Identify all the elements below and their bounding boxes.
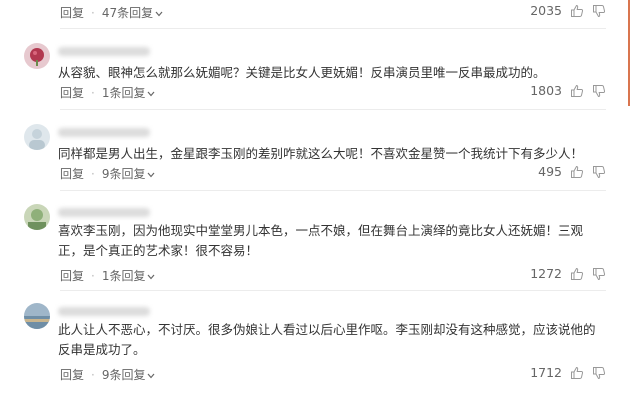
thumb-down-icon[interactable] xyxy=(592,366,606,380)
chevron-down-icon xyxy=(155,11,163,16)
comment-text: 此人让人不恶心，不讨厌。很多伪娘让人看过以后心里作呕。李玉刚却没有这种感觉，应该… xyxy=(58,322,596,357)
thumb-down-icon[interactable] xyxy=(592,165,606,179)
username[interactable] xyxy=(58,307,150,316)
comment-actions: 回复 · 9条回复 xyxy=(60,165,155,182)
side-panel-edge xyxy=(628,0,640,106)
comment-text: 喜欢李玉刚，因为他现实中堂堂男儿本色，一点不娘，但在舞台上演绎的竟比女人还妩媚！… xyxy=(58,223,584,258)
thumb-down-icon[interactable] xyxy=(592,4,606,18)
like-count: 1272 xyxy=(530,266,562,281)
separator: · xyxy=(91,268,95,283)
view-replies-button[interactable]: 9条回复 xyxy=(102,165,156,182)
like-count: 495 xyxy=(538,164,562,179)
comment-actions: 回复 · 1条回复 xyxy=(60,84,155,101)
view-replies-button[interactable]: 9条回复 xyxy=(102,366,156,383)
separator: · xyxy=(91,5,95,20)
reply-button[interactable]: 回复 xyxy=(60,267,84,284)
view-replies-button[interactable]: 1条回复 xyxy=(102,84,156,101)
comment-actions: 回复 · 9条回复 xyxy=(60,366,155,383)
avatar[interactable] xyxy=(24,204,50,230)
like-count: 2035 xyxy=(530,3,562,18)
username[interactable] xyxy=(58,208,150,217)
vote-controls: 495 xyxy=(538,164,606,179)
like-count: 1712 xyxy=(530,365,562,380)
view-replies-button[interactable]: 47条回复 xyxy=(102,4,163,21)
avatar[interactable] xyxy=(24,43,50,69)
separator: · xyxy=(91,367,95,382)
comment-text: 从容貌、眼神怎么就那么妩媚呢？关键是比女人更妩媚！反串演员里唯一反串最成功的。 xyxy=(58,65,546,80)
comment-feed: 回复 · 47条回复 2035 从容貌、眼神怎么就那么妩媚呢？关键是比女人更妩媚… xyxy=(0,0,628,400)
vote-controls: 2035 xyxy=(530,3,606,18)
thumb-up-icon[interactable] xyxy=(570,366,584,380)
separator: · xyxy=(91,85,95,100)
avatar[interactable] xyxy=(24,124,50,150)
reply-button[interactable]: 回复 xyxy=(60,165,84,182)
vote-controls: 1272 xyxy=(530,266,606,281)
chevron-down-icon xyxy=(148,172,155,177)
comment-actions: 回复 · 47条回复 xyxy=(60,4,163,21)
divider xyxy=(60,190,606,191)
thumb-down-icon[interactable] xyxy=(592,267,606,281)
like-count: 1803 xyxy=(530,83,562,98)
reply-button[interactable]: 回复 xyxy=(60,4,84,21)
side-panel-blank xyxy=(628,106,640,400)
divider xyxy=(60,290,606,291)
thumb-up-icon[interactable] xyxy=(570,4,584,18)
thumb-up-icon[interactable] xyxy=(570,165,584,179)
divider xyxy=(60,28,606,29)
chevron-down-icon xyxy=(148,91,155,96)
thumb-down-icon[interactable] xyxy=(592,84,606,98)
comment-text: 同样都是男人出生，金星跟李玉刚的差别咋就这么大呢！不喜欢金星赞一个我统计下有多少… xyxy=(58,146,584,161)
comment-actions: 回复 · 1条回复 xyxy=(60,267,155,284)
reply-button[interactable]: 回复 xyxy=(60,84,84,101)
thumb-up-icon[interactable] xyxy=(570,267,584,281)
avatar[interactable] xyxy=(24,303,50,329)
view-replies-button[interactable]: 1条回复 xyxy=(102,267,156,284)
reply-button[interactable]: 回复 xyxy=(60,366,84,383)
username[interactable] xyxy=(58,128,150,137)
separator: · xyxy=(91,166,95,181)
thumb-up-icon[interactable] xyxy=(570,84,584,98)
chevron-down-icon xyxy=(148,373,155,378)
vote-controls: 1803 xyxy=(530,83,606,98)
chevron-down-icon xyxy=(148,274,155,279)
vote-controls: 1712 xyxy=(530,365,606,380)
divider xyxy=(60,109,606,110)
username[interactable] xyxy=(58,47,150,56)
